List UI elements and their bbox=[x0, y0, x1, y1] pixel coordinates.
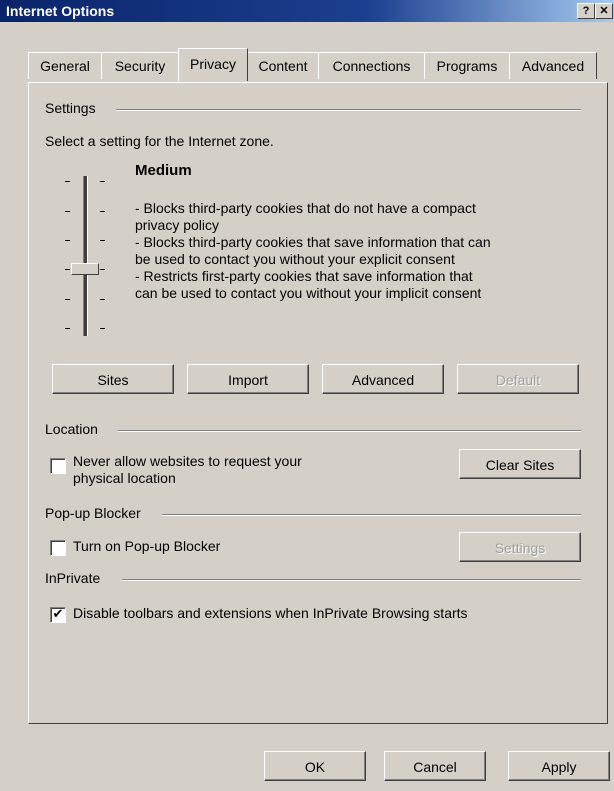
inprivate-checkbox[interactable]: ✔ bbox=[50, 607, 66, 623]
clear-sites-button[interactable]: Clear Sites bbox=[459, 449, 581, 479]
slider-tick bbox=[65, 269, 70, 270]
inprivate-divider bbox=[122, 579, 581, 581]
window-title: Internet Options bbox=[6, 3, 115, 19]
settings-section-label: Settings bbox=[45, 100, 96, 116]
privacy-description-line: - Blocks third-party cookies that save i… bbox=[135, 234, 491, 250]
slider-tick bbox=[65, 299, 70, 300]
slider-tick bbox=[100, 240, 105, 241]
privacy-description-line: - Restricts first-party cookies that sav… bbox=[135, 268, 473, 284]
slider-tick bbox=[100, 181, 105, 182]
privacy-panel bbox=[28, 82, 608, 724]
privacy-level-name: Medium bbox=[135, 162, 192, 179]
close-button[interactable]: ✕ bbox=[595, 3, 613, 19]
location-checkbox-label: Never allow websites to request your bbox=[73, 453, 302, 469]
privacy-description-line: can be used to contact you without your … bbox=[135, 285, 482, 301]
slider-tick bbox=[100, 269, 105, 270]
slider-tick bbox=[65, 328, 70, 329]
inprivate-section-label: InPrivate bbox=[45, 570, 101, 586]
privacy-slider-thumb[interactable] bbox=[71, 263, 99, 275]
cancel-button[interactable]: Cancel bbox=[384, 751, 486, 781]
privacy-slider-track[interactable] bbox=[83, 176, 88, 336]
sites-button[interactable]: Sites bbox=[52, 364, 174, 394]
privacy-description-line: privacy policy bbox=[135, 217, 220, 233]
tab-general[interactable]: General bbox=[28, 52, 102, 79]
popup-blocker-label: Turn on Pop-up Blocker bbox=[73, 538, 221, 554]
location-section-label: Location bbox=[45, 421, 98, 437]
privacy-description-line: - Blocks third-party cookies that do not… bbox=[135, 200, 476, 216]
slider-tick bbox=[100, 328, 105, 329]
slider-tick bbox=[65, 240, 70, 241]
location-checkbox-label: physical location bbox=[73, 470, 176, 486]
title-bar[interactable]: Internet Options ? ✕ bbox=[0, 0, 614, 22]
location-checkbox[interactable] bbox=[50, 458, 66, 474]
popup-divider bbox=[162, 514, 581, 516]
checkmark-icon: ✔ bbox=[52, 607, 64, 622]
settings-divider bbox=[116, 109, 581, 111]
import-button[interactable]: Import bbox=[187, 364, 309, 394]
slider-tick bbox=[100, 299, 105, 300]
tab-security[interactable]: Security bbox=[101, 52, 179, 79]
advanced-button[interactable]: Advanced bbox=[322, 364, 444, 394]
tab-programs[interactable]: Programs bbox=[424, 52, 510, 79]
slider-tick bbox=[100, 211, 105, 212]
ok-button[interactable]: OK bbox=[264, 751, 366, 781]
popup-settings-button[interactable]: Settings bbox=[459, 532, 581, 562]
inprivate-checkbox-label: Disable toolbars and extensions when InP… bbox=[73, 605, 468, 621]
slider-tick bbox=[65, 211, 70, 212]
settings-instruction: Select a setting for the Internet zone. bbox=[45, 133, 274, 149]
apply-button[interactable]: Apply bbox=[508, 751, 610, 781]
popup-blocker-checkbox[interactable] bbox=[50, 540, 66, 556]
privacy-description-line: be used to contact you without your expl… bbox=[135, 251, 455, 267]
tab-advanced[interactable]: Advanced bbox=[509, 52, 597, 79]
tab-privacy[interactable]: Privacy bbox=[178, 48, 248, 81]
popup-section-label: Pop-up Blocker bbox=[45, 505, 141, 521]
default-button[interactable]: Default bbox=[457, 364, 579, 394]
slider-tick bbox=[65, 181, 70, 182]
tab-content[interactable]: Content bbox=[247, 52, 319, 79]
location-divider bbox=[118, 430, 581, 432]
help-button[interactable]: ? bbox=[577, 3, 595, 19]
tab-connections[interactable]: Connections bbox=[318, 52, 425, 79]
